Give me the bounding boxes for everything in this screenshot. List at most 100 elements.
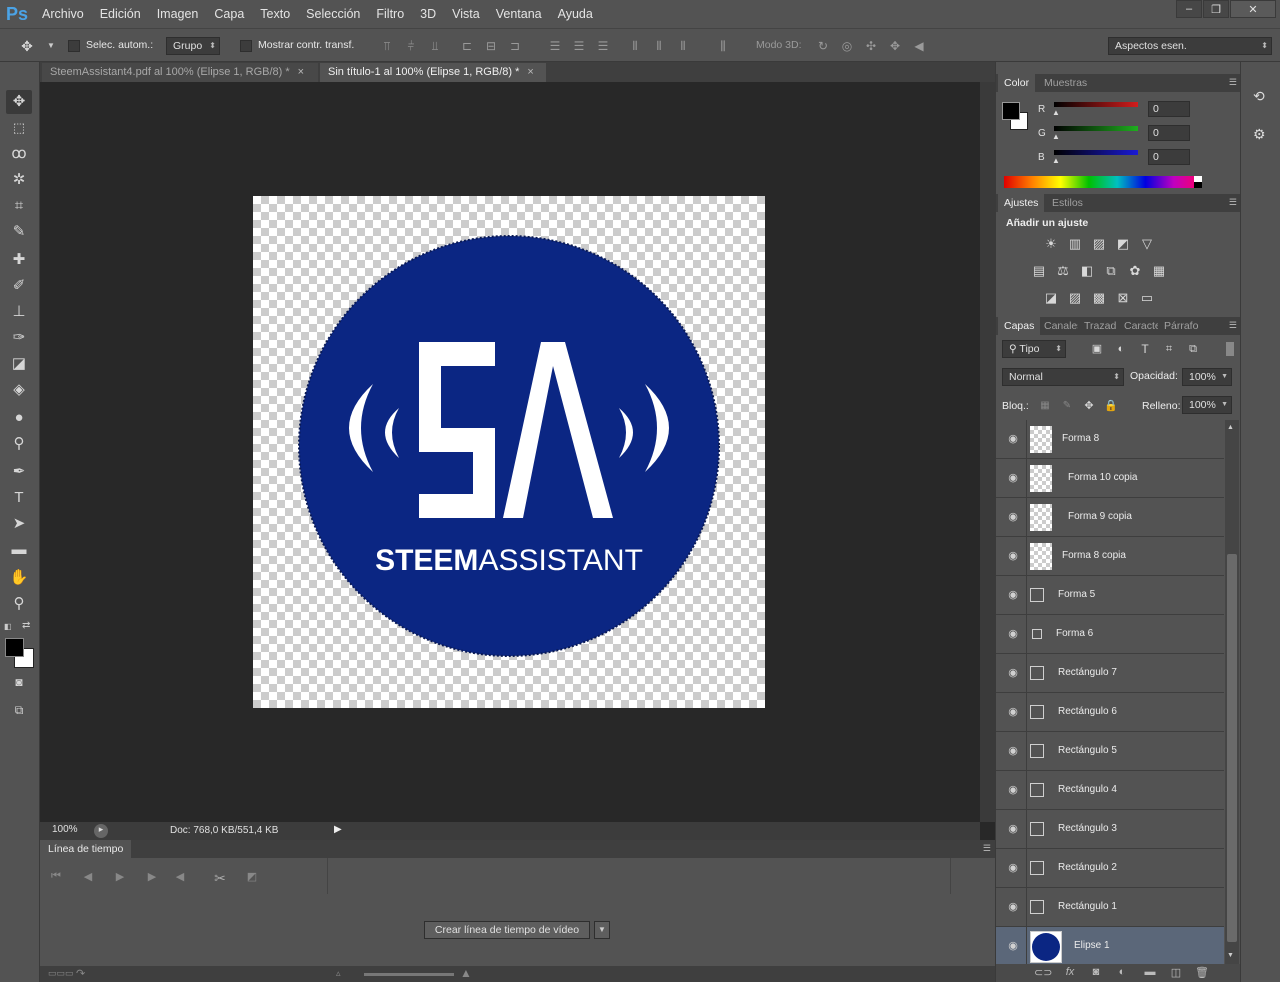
foreground-color-swatch[interactable] bbox=[5, 638, 24, 657]
menu-seleccion[interactable]: Selección bbox=[298, 0, 368, 28]
chevron-down-icon[interactable]: ▼ bbox=[44, 39, 58, 53]
transition-icon[interactable]: ◩ bbox=[242, 870, 262, 884]
hue-saturation-icon[interactable]: ▤ bbox=[1030, 263, 1048, 279]
opacity-field[interactable]: 100% ▼ bbox=[1182, 368, 1232, 386]
play-icon[interactable]: ▶ bbox=[110, 870, 130, 884]
eraser-tool-icon[interactable]: ◪ bbox=[6, 352, 32, 376]
status-menu-arrow-icon[interactable]: ▶ bbox=[334, 824, 342, 835]
eye-icon[interactable]: ◉ bbox=[1006, 939, 1020, 953]
threshold-icon[interactable]: ▩ bbox=[1090, 290, 1108, 306]
invert-icon[interactable]: ◪ bbox=[1042, 290, 1060, 306]
align-top-icon[interactable]: ⫪ bbox=[380, 39, 394, 53]
align-bottom-icon[interactable]: ⫫ bbox=[428, 39, 442, 53]
filter-pixel-icon[interactable]: ▣ bbox=[1088, 341, 1106, 357]
scrollbar-thumb[interactable] bbox=[1227, 554, 1237, 942]
roll-3d-icon[interactable]: ◎ bbox=[840, 39, 854, 53]
layer-row-selected[interactable]: ◉ Elipse 1 bbox=[996, 927, 1224, 964]
convert-icon[interactable]: ↷ bbox=[76, 967, 85, 980]
tab-canales[interactable]: Canales bbox=[1038, 317, 1078, 335]
lasso-tool-icon[interactable]: ꝏ bbox=[6, 142, 32, 166]
posterize-icon[interactable]: ▨ bbox=[1066, 290, 1084, 306]
restore-button[interactable]: ❐ bbox=[1203, 0, 1229, 18]
layer-row[interactable]: ◉ Forma 5 bbox=[996, 576, 1224, 615]
default-colors-icon[interactable]: ◧ bbox=[4, 622, 14, 632]
history-panel-icon[interactable]: ⟲ bbox=[1253, 88, 1265, 105]
create-video-timeline-button[interactable]: Crear línea de tiempo de vídeo bbox=[424, 921, 590, 939]
close-icon[interactable]: × bbox=[527, 66, 533, 78]
hand-tool-icon[interactable]: ✋ bbox=[6, 566, 32, 590]
trash-icon[interactable]: 🗑 bbox=[1194, 966, 1210, 980]
scroll-up-icon[interactable]: ▲ bbox=[1227, 424, 1234, 431]
rectangle-tool-icon[interactable]: ▬ bbox=[6, 538, 32, 562]
lock-image-icon[interactable]: ✎ bbox=[1058, 398, 1076, 414]
new-adjustment-layer-icon[interactable]: ◐ bbox=[1114, 966, 1130, 980]
color-lookup-icon[interactable]: ▦ bbox=[1150, 263, 1168, 279]
lock-all-icon[interactable]: 🔒 bbox=[1102, 398, 1120, 414]
tab-muestras[interactable]: Muestras bbox=[1038, 74, 1093, 92]
align-left-icon[interactable]: ⊏ bbox=[460, 39, 474, 53]
filter-type-icon[interactable]: T bbox=[1136, 341, 1154, 357]
eye-icon[interactable]: ◉ bbox=[1006, 822, 1020, 836]
document-canvas[interactable]: STEEMASSISTANT bbox=[253, 196, 765, 708]
eye-icon[interactable]: ◉ bbox=[1006, 549, 1020, 563]
filter-toggle[interactable] bbox=[1226, 342, 1234, 356]
drag-3d-icon[interactable]: ✣ bbox=[864, 39, 878, 53]
eye-icon[interactable]: ◉ bbox=[1006, 510, 1020, 524]
eye-icon[interactable]: ◉ bbox=[1006, 432, 1020, 446]
path-selection-tool-icon[interactable]: ➤ bbox=[6, 512, 32, 536]
menu-capa[interactable]: Capa bbox=[206, 0, 252, 28]
layer-row[interactable]: ◉ Forma 6 bbox=[996, 615, 1224, 654]
lock-position-icon[interactable]: ✥ bbox=[1080, 398, 1098, 414]
previous-frame-icon[interactable]: ◀ bbox=[78, 870, 98, 884]
blend-mode-dropdown[interactable]: Normal ⬍ bbox=[1002, 368, 1124, 386]
frame-animation-icon[interactable]: ▭▭▭ bbox=[48, 968, 74, 979]
channel-r-value[interactable]: 0 bbox=[1148, 101, 1190, 117]
tab-caracter[interactable]: Caracte bbox=[1118, 317, 1158, 335]
brush-tool-icon[interactable]: ✐ bbox=[6, 274, 32, 298]
marquee-tool-icon[interactable]: ⬚ bbox=[6, 116, 32, 140]
menu-archivo[interactable]: Archivo bbox=[34, 0, 92, 28]
tab-timeline[interactable]: Línea de tiempo bbox=[40, 840, 132, 858]
slider-handle-icon[interactable]: ▲ bbox=[1052, 156, 1060, 165]
scale-3d-icon[interactable]: ◀ bbox=[912, 39, 926, 53]
eye-icon[interactable]: ◉ bbox=[1006, 744, 1020, 758]
link-layers-icon[interactable]: ⊂⊃ bbox=[1034, 966, 1052, 980]
layer-row[interactable]: ◉ Forma 10 copia bbox=[996, 459, 1224, 498]
properties-panel-icon[interactable]: ⚙ bbox=[1253, 126, 1266, 143]
status-info-icon[interactable]: ▸ bbox=[94, 824, 108, 838]
canvas-scrollbar[interactable] bbox=[980, 82, 995, 822]
menu-vista[interactable]: Vista bbox=[444, 0, 488, 28]
layer-row[interactable]: ◉ Rectángulo 3 bbox=[996, 810, 1224, 849]
color-spectrum-bar[interactable] bbox=[1004, 176, 1202, 188]
layer-row[interactable]: ◉ Rectángulo 5 bbox=[996, 732, 1224, 771]
channel-g-value[interactable]: 0 bbox=[1148, 125, 1190, 141]
menu-filtro[interactable]: Filtro bbox=[368, 0, 412, 28]
timeline-mode-dropdown[interactable]: ▼ bbox=[594, 921, 610, 939]
scissors-icon[interactable]: ✂ bbox=[210, 870, 230, 886]
slide-3d-icon[interactable]: ✥ bbox=[888, 39, 902, 53]
new-group-icon[interactable]: ▬ bbox=[1142, 966, 1158, 980]
zoom-level[interactable]: 100% bbox=[52, 824, 78, 835]
distribute-hcenter-icon[interactable]: ⫴ bbox=[652, 39, 666, 53]
type-tool-icon[interactable]: T bbox=[6, 486, 32, 510]
zoom-in-timeline-icon[interactable]: ▲ bbox=[460, 966, 472, 980]
gradient-map-icon[interactable]: ⊠ bbox=[1114, 290, 1132, 306]
selective-color-icon[interactable]: ▭ bbox=[1138, 290, 1156, 306]
eye-icon[interactable]: ◉ bbox=[1006, 666, 1020, 680]
align-hcenter-icon[interactable]: ⊟ bbox=[484, 39, 498, 53]
slider-handle-icon[interactable]: ▲ bbox=[1052, 132, 1060, 141]
filter-adjustment-icon[interactable]: ◐ bbox=[1112, 341, 1130, 357]
color-balance-icon[interactable]: ⚖ bbox=[1054, 263, 1072, 279]
filter-shape-icon[interactable]: ⌗ bbox=[1160, 341, 1178, 357]
distribute-bottom-icon[interactable]: ☰ bbox=[596, 39, 610, 53]
magic-wand-tool-icon[interactable]: ✲ bbox=[6, 168, 32, 192]
menu-ventana[interactable]: Ventana bbox=[488, 0, 550, 28]
align-vcenter-icon[interactable]: ⫩ bbox=[404, 39, 418, 53]
channel-b-slider[interactable] bbox=[1054, 150, 1138, 155]
move-tool-icon[interactable]: ✥ bbox=[6, 90, 32, 114]
add-mask-icon[interactable]: ◙ bbox=[1088, 966, 1104, 980]
panel-menu-icon[interactable]: ☰ bbox=[983, 843, 991, 854]
auto-select-checkbox[interactable] bbox=[68, 40, 80, 52]
menu-imagen[interactable]: Imagen bbox=[149, 0, 207, 28]
swap-colors-icon[interactable]: ⇄ bbox=[22, 620, 34, 632]
